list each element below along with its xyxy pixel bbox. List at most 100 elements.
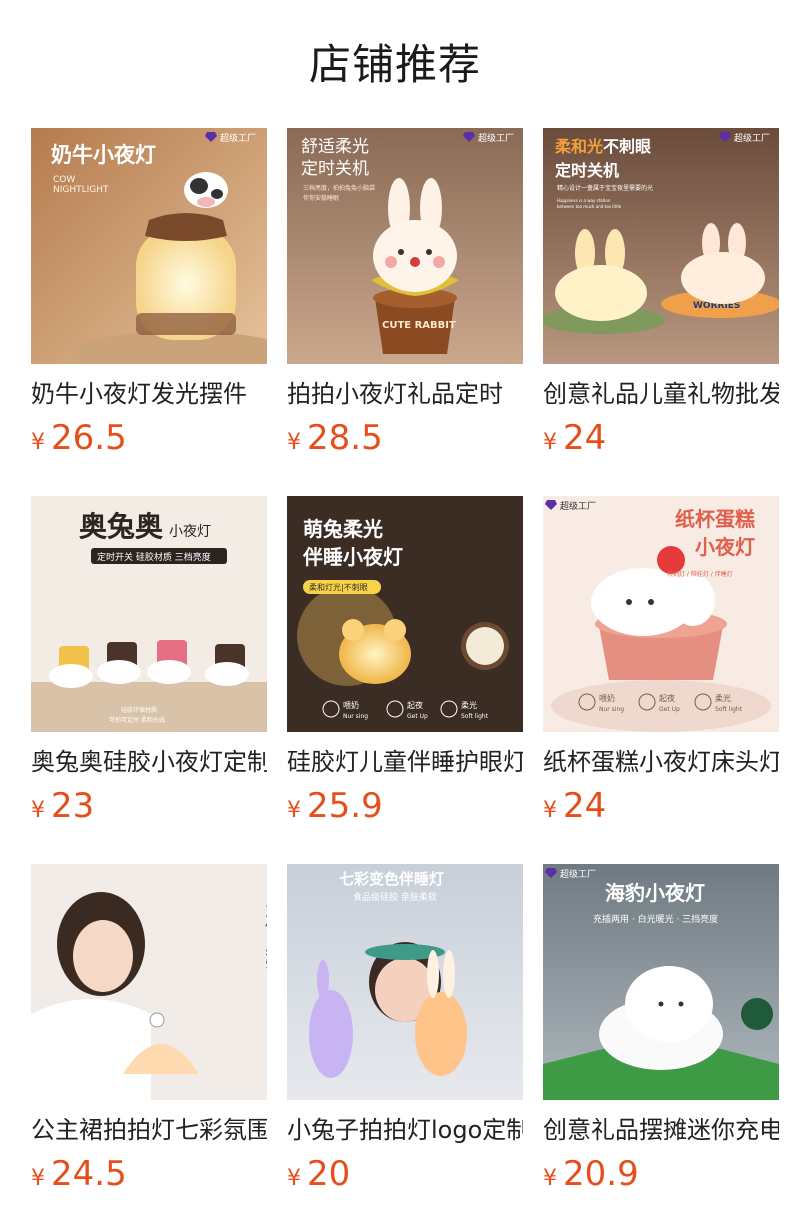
image-headline: 柔和光不刺眼 [554,137,651,156]
price-value: 28.5 [307,418,383,458]
product-card[interactable]: 奥兔奥 小夜灯 定时开关 硅胶材质 三档亮度 硅胶环保材质 可拍可定时 柔和光线 … [31,496,267,836]
currency-symbol: ¥ [543,430,557,455]
product-title[interactable]: 拍拍小夜灯礼品定时 [287,376,523,412]
product-card[interactable]: 超级工厂 纸杯蛋糕 小夜灯 喂奶灯 / 陪娃灯 / 伴睡灯 喂奶 Nur sin… [543,496,779,836]
product-price: ¥24.5 [31,1152,127,1196]
product-title[interactable]: 奶牛小夜灯发光摆件 [31,376,267,412]
feature-label: Soft light [715,706,743,713]
badge-label: 超级工厂 [560,868,596,880]
headline-small: 小夜灯 [169,524,211,540]
product-title[interactable]: 硅胶灯儿童伴睡护眼灯 [287,744,523,780]
product-card[interactable]: 七彩变色伴睡灯 食品级硅胶 亲肤柔软 小兔子拍拍灯logo定制 ¥20 [287,864,523,1204]
product-card[interactable]: 奶牛小夜灯 COW NIGHTLIGHT 超级工厂 奶牛小夜灯发光摆件 ¥26.… [31,128,267,468]
badge-label: 超级工厂 [478,132,514,144]
currency-symbol: ¥ [287,1166,301,1191]
headline-accent: 柔和光 [554,137,603,156]
feature-label: 柔光 [715,693,731,703]
image-sub: 精心设计一盏属于宝宝夜里需要的光 [557,184,653,192]
image-tagline: 喂奶灯 / 陪娃灯 / 伴睡灯 [667,570,733,578]
product-title[interactable]: 创意礼品儿童礼物批发 [543,376,779,412]
currency-symbol: ¥ [287,430,301,455]
product-price: ¥25.9 [287,784,383,828]
image-sub: Happiness is a way station [557,198,611,203]
product-price: ¥28.5 [287,416,383,460]
image-headline: 七彩变色伴睡灯 [339,870,444,888]
price-value: 24 [563,786,607,826]
image-headline: 定时关机 [554,161,619,180]
feature-label: Nur sing [343,713,368,720]
image-headline: 定时关机 [301,159,369,179]
feature-label: 喂奶 [343,700,359,710]
image-sub: 伴你安稳睡眠 [303,194,339,202]
currency-symbol: ¥ [31,430,45,455]
feature-label: Get Up [407,713,428,720]
image-tagline: 定时开关 硅胶材质 三档亮度 [97,551,211,563]
currency-symbol: ¥ [31,798,45,823]
feature-label: Nur sing [599,706,624,713]
product-image-cupcake-lamp[interactable]: 超级工厂 纸杯蛋糕 小夜灯 喂奶灯 / 陪娃灯 / 伴睡灯 喂奶 Nur sin… [543,496,779,732]
product-image-bear-lamp[interactable]: 萌兔柔光 伴睡小夜灯 柔和灯光|不刺眼 喂奶 Nur sing 起夜 Get U… [287,496,523,732]
image-sub: 三档亮度，拍拍兔兔小脑袋 [303,184,375,192]
product-card[interactable]: 超级工厂 海豹小夜灯 充插两用 · 白光暖光 · 三挡亮度 创意礼品摆摊迷你充电… [543,864,779,1204]
currency-symbol: ¥ [31,1166,45,1191]
price-value: 25.9 [307,786,383,826]
product-card[interactable]: CUTE RABBIT 舒适柔光 定时关机 三档亮度，拍拍兔兔小脑袋 伴你安稳睡… [287,128,523,468]
product-price: ¥20 [287,1152,350,1196]
feature-label: Soft light [461,713,489,720]
product-image-skirt-lamp[interactable]: 洁白纱裙 为你点亮 [31,864,267,1100]
image-footnote: 可拍可定时 柔和光线 [109,716,165,724]
image-headline: 纸杯蛋糕 [675,507,755,531]
headline-rest: 不刺眼 [603,137,651,156]
product-title[interactable]: 奥兔奥硅胶小夜灯定制 [31,744,267,780]
image-sub: 食品级硅胶 亲肤柔软 [353,891,437,903]
product-card[interactable]: 萌兔柔光 伴睡小夜灯 柔和灯光|不刺眼 喂奶 Nur sing 起夜 Get U… [287,496,523,836]
feature-label: 起夜 [659,693,675,703]
price-value: 20.9 [563,1154,639,1194]
image-headline: 萌兔柔光 [303,517,383,541]
product-price: ¥20.9 [543,1152,639,1196]
currency-symbol: ¥ [287,798,301,823]
product-title[interactable]: 创意礼品摆摊迷你充电 [543,1112,779,1148]
feature-label: 起夜 [407,700,423,710]
badge-label: 超级工厂 [734,132,770,144]
page-title: 店铺推荐 [308,40,481,89]
feature-label: 柔光 [461,700,477,710]
product-title[interactable]: 小兔子拍拍灯logo定制 [287,1112,523,1148]
product-price: ¥24 [543,416,606,460]
badge-label: 超级工厂 [560,500,596,512]
headline-main: 奥兔奥 [79,510,163,543]
product-price: ¥24 [543,784,606,828]
product-image-oreo-rabbit-lamp[interactable]: 奥兔奥 小夜灯 定时开关 硅胶材质 三档亮度 硅胶环保材质 可拍可定时 柔和光线 [31,496,267,732]
product-title[interactable]: 公主裙拍拍灯七彩氛围灯 [31,1112,267,1148]
product-card[interactable]: 洁白纱裙 为你点亮 公主裙拍拍灯七彩氛围灯 ¥24.5 [31,864,267,1204]
image-footnote: 硅胶环保材质 [121,706,157,714]
product-title[interactable]: 纸杯蛋糕小夜灯床头灯 [543,744,779,780]
badge-label: 超级工厂 [220,132,256,144]
currency-symbol: ¥ [543,798,557,823]
product-image-rabbit-pot-lamp[interactable]: CUTE RABBIT 舒适柔光 定时关机 三档亮度，拍拍兔兔小脑袋 伴你安稳睡… [287,128,523,364]
product-image-cow-lamp[interactable]: 奶牛小夜灯 COW NIGHTLIGHT 超级工厂 [31,128,267,364]
image-pill: 柔和灯光|不刺眼 [309,582,368,592]
price-value: 24.5 [51,1154,127,1194]
pot-text: CUTE RABBIT [382,320,456,331]
feature-label: 喂奶 [599,693,615,703]
image-sub: COW [53,175,75,185]
image-headline: 奶牛小夜灯 [51,143,156,167]
image-headline: 伴睡小夜灯 [302,545,403,569]
price-value: 24 [563,418,607,458]
feature-label: Get Up [659,706,680,713]
product-price: ¥23 [31,784,94,828]
product-image-rabbit-ear-lamp[interactable]: 七彩变色伴睡灯 食品级硅胶 亲肤柔软 [287,864,523,1100]
price-value: 20 [307,1154,351,1194]
image-sub: NIGHTLIGHT [53,185,109,195]
image-sub: 充插两用 · 白光暖光 · 三挡亮度 [593,913,718,925]
price-value: 26.5 [51,418,127,458]
product-image-rabbit-duo-lamp[interactable]: WORRIES 柔和光不刺眼 定时关机 精心设计一盏属于宝宝夜里需要的光 Hap… [543,128,779,364]
image-sub: between too much and too little [557,204,622,209]
product-card[interactable]: WORRIES 柔和光不刺眼 定时关机 精心设计一盏属于宝宝夜里需要的光 Hap… [543,128,779,468]
currency-symbol: ¥ [543,1166,557,1191]
image-headline: 海豹小夜灯 [605,881,705,905]
product-image-seal-lamp[interactable]: 超级工厂 海豹小夜灯 充插两用 · 白光暖光 · 三挡亮度 [543,864,779,1100]
image-headline: 舒适柔光 [301,137,369,157]
price-value: 23 [51,786,95,826]
